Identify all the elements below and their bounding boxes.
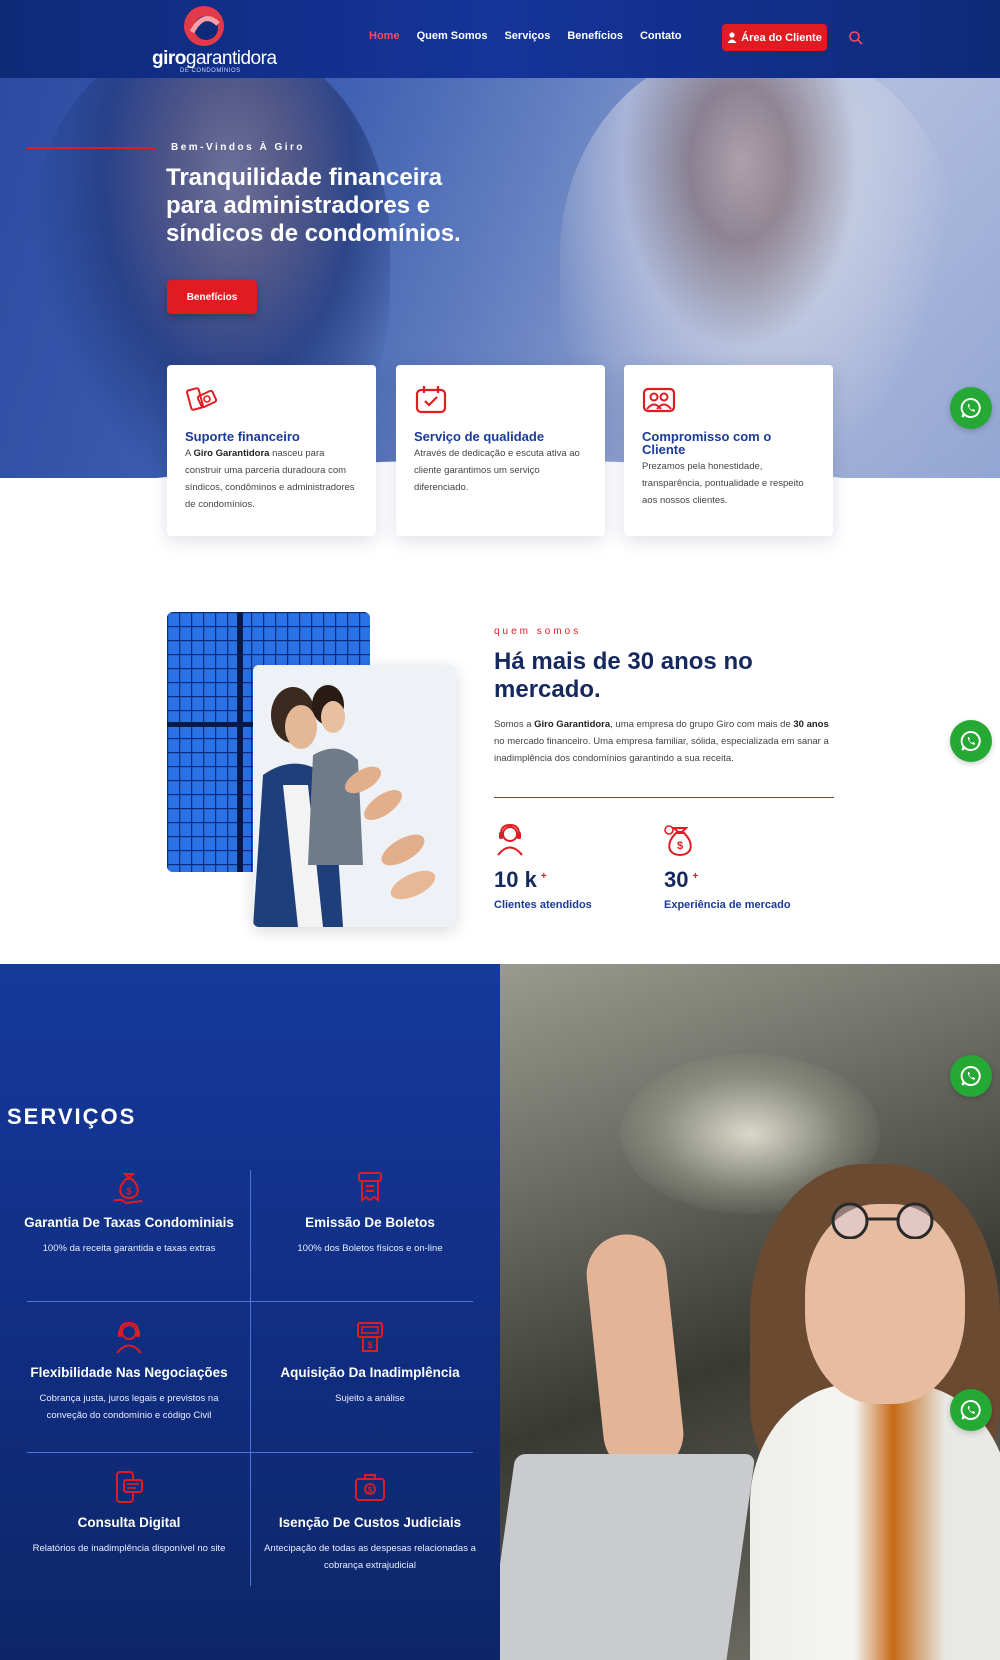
stat-clients: 10 k + Clientes atendidos xyxy=(494,822,654,911)
money-bag-hand-icon: $ xyxy=(114,1173,143,1204)
client-area-label: Área do Cliente xyxy=(741,31,822,44)
card-text: A Giro Garantidora nasceu para construir… xyxy=(185,448,355,510)
service-title: Emissão De Boletos xyxy=(305,1215,435,1230)
stat-value: 10 k + xyxy=(494,867,547,892)
svg-text:$: $ xyxy=(367,1340,372,1350)
card-title: Serviço de qualidade xyxy=(414,429,545,444)
card-title: Suporte financeiro xyxy=(185,429,300,444)
whatsapp-button[interactable] xyxy=(950,387,992,429)
payment-machine-icon: $ xyxy=(357,1322,383,1352)
briefcase-money-icon: $ xyxy=(355,1474,385,1501)
whatsapp-button[interactable] xyxy=(950,1389,992,1431)
search-icon[interactable] xyxy=(848,30,864,46)
svg-text:$: $ xyxy=(126,1186,131,1196)
nav-home[interactable]: Home xyxy=(369,30,400,42)
hero-title: Tranquilidade financeira para administra… xyxy=(166,164,461,247)
svg-text:$: $ xyxy=(677,840,683,852)
nav-quem-somos[interactable]: Quem Somos xyxy=(417,30,488,42)
about-title: Há mais de 30 anos no mercado. xyxy=(494,648,753,703)
service-title: Flexibilidade Nas Negociações xyxy=(30,1365,228,1380)
service-item: $ Garantia De Taxas Condominiais 100% da… xyxy=(18,1170,240,1257)
service-text: Cobrança justa, juros legais e previstos… xyxy=(39,1393,219,1421)
service-text: Antecipação de todas as despesas relacio… xyxy=(264,1543,476,1571)
support-agent-icon xyxy=(116,1321,142,1354)
stat-label: Clientes atendidos xyxy=(494,899,592,911)
site-header: girogarantidora DE CONDOMÍNIOS Home Quem… xyxy=(0,0,1000,78)
card-text: Através de dedicação e escuta ativa ao c… xyxy=(414,448,580,493)
service-item: $ Aquisição Da Inadimplência Sujeito a a… xyxy=(259,1320,481,1407)
service-title: Garantia De Taxas Condominiais xyxy=(24,1215,234,1230)
invoice-icon xyxy=(358,1172,382,1202)
money-bag-icon: $ xyxy=(664,825,692,857)
hero-divider xyxy=(26,147,156,149)
user-icon xyxy=(727,32,737,43)
whatsapp-icon xyxy=(960,1400,981,1420)
stat-label: Experiência de mercado xyxy=(664,899,791,911)
people-icon xyxy=(642,387,676,413)
card-title: Compromisso com o Cliente xyxy=(642,429,772,457)
nav-beneficios[interactable]: Benefícios xyxy=(567,30,623,42)
service-title: Isenção De Custos Judiciais xyxy=(278,1515,462,1530)
card-text: Prezamos pela honestidade, transparência… xyxy=(642,461,804,506)
service-title: Consulta Digital xyxy=(77,1515,181,1530)
client-area-button[interactable]: Área do Cliente xyxy=(722,24,827,51)
nav-contato[interactable]: Contato xyxy=(640,30,682,42)
feature-card-commitment: Compromisso com o Cliente Prezamos pela … xyxy=(624,365,833,536)
glasses-graphic xyxy=(831,1202,934,1239)
stat-value: 30 + xyxy=(664,867,699,892)
headset-agent-icon xyxy=(497,823,523,856)
about-kicker: quem somos xyxy=(494,626,582,637)
service-title: Aquisição Da Inadimplência xyxy=(280,1365,460,1380)
svg-text:$: $ xyxy=(368,1486,373,1495)
feature-card-support: Suporte financeiro A Giro Garantidora na… xyxy=(167,365,376,536)
team-applause-graphic xyxy=(253,665,456,927)
whatsapp-icon xyxy=(960,1066,981,1086)
logo-wordmark: girogarantidora xyxy=(152,48,277,69)
money-icon xyxy=(186,387,218,411)
whatsapp-icon xyxy=(960,398,981,418)
service-text: Relatórios de inadimplência disponível n… xyxy=(32,1543,226,1554)
whatsapp-icon xyxy=(960,731,981,751)
service-item: Flexibilidade Nas Negociações Cobrança j… xyxy=(18,1320,240,1424)
about-divider xyxy=(494,797,834,798)
logo-subtitle: DE CONDOMÍNIOS xyxy=(180,68,241,74)
service-item: Consulta Digital Relatórios de inadimplê… xyxy=(18,1470,240,1557)
feature-card-quality: Serviço de qualidade Através de dedicaçã… xyxy=(396,365,605,536)
logo-mark-icon xyxy=(184,6,224,46)
service-text: 100% dos Boletos físicos e on-line xyxy=(297,1243,443,1254)
whatsapp-button[interactable] xyxy=(950,720,992,762)
benefits-button[interactable]: Benefícios xyxy=(167,280,257,314)
mobile-report-icon xyxy=(116,1471,143,1503)
hero-kicker: Bem-Vindos À Giro xyxy=(171,142,305,153)
team-applause-image xyxy=(253,665,456,927)
stat-experience: $ 30 + Experiência de mercado xyxy=(664,822,824,911)
service-item: $ Isenção De Custos Judiciais Antecipaçã… xyxy=(259,1470,481,1574)
service-text: 100% da receita garantida e taxas extras xyxy=(42,1243,216,1254)
service-item: Emissão De Boletos 100% dos Boletos físi… xyxy=(259,1170,481,1257)
whatsapp-button[interactable] xyxy=(950,1055,992,1097)
service-text: Sujeito a análise xyxy=(335,1393,405,1404)
nav-servicos[interactable]: Serviços xyxy=(504,30,550,42)
services-photo xyxy=(500,964,1000,1660)
calendar-check-icon xyxy=(415,386,447,414)
about-text: Somos a Giro Garantidora, uma empresa do… xyxy=(494,719,829,764)
main-nav: Home Quem Somos Serviços Benefícios Cont… xyxy=(369,30,682,42)
logo[interactable]: girogarantidora DE CONDOMÍNIOS xyxy=(150,4,277,74)
services-title: SERVIÇOS xyxy=(7,1104,137,1129)
